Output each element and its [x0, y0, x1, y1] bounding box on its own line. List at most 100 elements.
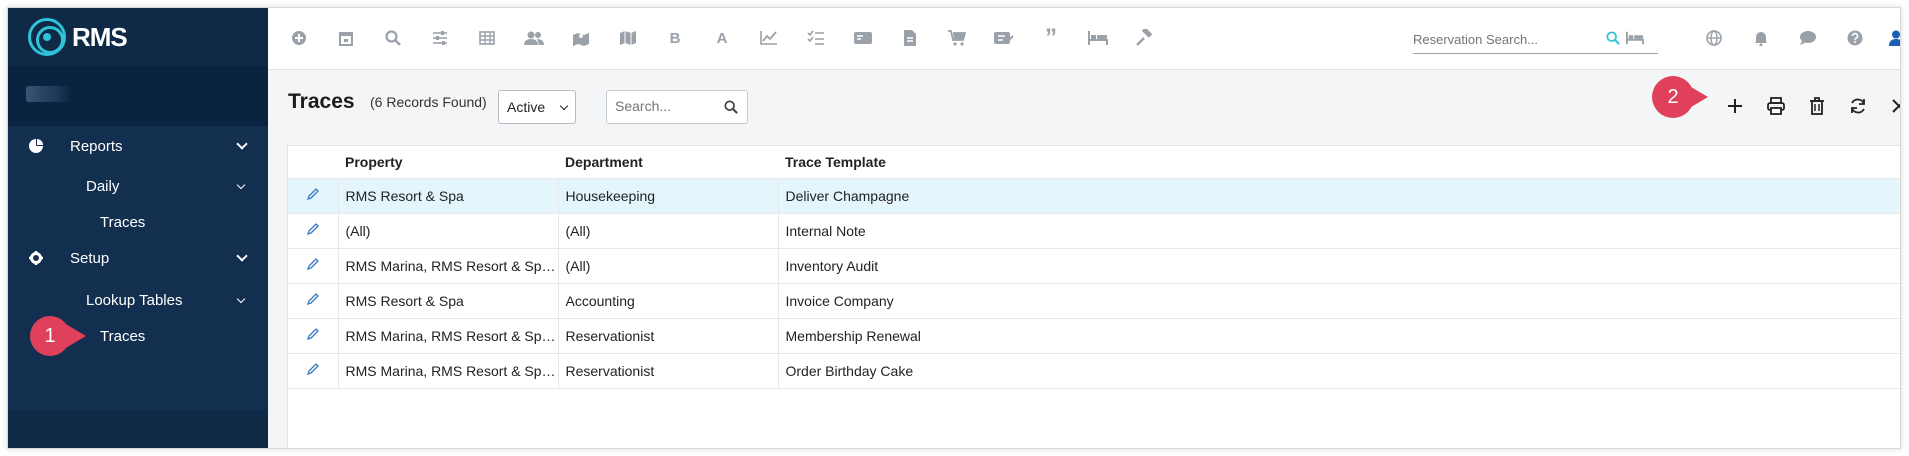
chat-icon[interactable]	[1797, 27, 1819, 49]
sidebar-item-reports[interactable]: Reports	[8, 126, 268, 166]
reservation-search-input[interactable]	[1413, 28, 1598, 50]
print-icon[interactable]	[1762, 92, 1790, 120]
table-row[interactable]: (All) (All) Internal Note	[288, 213, 1900, 249]
bed-icon[interactable]	[1087, 27, 1109, 49]
line-chart-icon[interactable]	[758, 27, 780, 49]
pencil-icon[interactable]	[306, 188, 320, 204]
table-row[interactable]: RMS Resort & Spa Accounting Invoice Comp…	[288, 283, 1900, 319]
reservation-search[interactable]	[1413, 28, 1658, 54]
plus-circle-icon[interactable]	[288, 27, 310, 49]
sidebar-item-label: Reports	[70, 137, 123, 155]
status-filter-select[interactable]: Active	[498, 90, 576, 124]
edit-cell[interactable]	[288, 213, 339, 249]
ticket-icon[interactable]	[993, 27, 1015, 49]
table-row[interactable]: RMS Marina, RMS Resort & Sp… Reservation…	[288, 353, 1900, 389]
department-cell: Accounting	[558, 283, 779, 319]
edit-cell[interactable]	[288, 353, 339, 389]
document-icon[interactable]	[899, 27, 921, 49]
map-pin-icon[interactable]	[570, 27, 592, 49]
property-cell: RMS Resort & Spa	[338, 178, 559, 214]
search-icon[interactable]	[382, 27, 404, 49]
sidebar-item-daily[interactable]: Daily	[8, 166, 268, 206]
refresh-icon[interactable]	[1844, 92, 1872, 120]
sliders-icon[interactable]	[429, 27, 451, 49]
grid-icon[interactable]	[476, 27, 498, 49]
edit-cell[interactable]	[288, 178, 339, 214]
table-row[interactable]: RMS Marina, RMS Resort & Sp… Reservation…	[288, 318, 1900, 354]
cart-icon[interactable]	[946, 27, 968, 49]
bell-icon[interactable]	[1750, 27, 1772, 49]
bold-b-icon[interactable]: B	[664, 27, 686, 49]
record-count: (6 Records Found)	[370, 94, 487, 110]
sidebar-item-label: Lookup Tables	[86, 291, 183, 309]
property-cell: RMS Resort & Spa	[338, 283, 559, 319]
sidebar-item-setup[interactable]: Setup	[8, 238, 268, 278]
column-header-trace-template[interactable]: Trace Template	[778, 146, 1900, 179]
user-name-redacted	[26, 86, 72, 102]
chevron-down-icon	[236, 180, 246, 190]
search-icon[interactable]	[724, 100, 738, 119]
property-cell: RMS Marina, RMS Resort & Sp…	[338, 248, 559, 284]
property-cell: (All)	[338, 213, 559, 249]
delete-icon[interactable]	[1803, 92, 1831, 120]
chevron-down-icon	[236, 250, 248, 262]
map-icon[interactable]	[617, 27, 639, 49]
page-title: Traces	[288, 90, 355, 113]
template-cell: Internal Note	[778, 213, 1900, 249]
sidebar-item-report-traces[interactable]: Traces	[8, 202, 268, 242]
card-icon[interactable]	[852, 27, 874, 49]
pencil-icon[interactable]	[306, 293, 320, 309]
chevron-down-icon	[236, 138, 248, 150]
pencil-icon[interactable]	[306, 223, 320, 239]
pencil-icon[interactable]	[306, 258, 320, 274]
font-a-icon[interactable]: A	[711, 27, 733, 49]
table-row[interactable]: RMS Resort & Spa Housekeeping Deliver Ch…	[288, 178, 1900, 214]
quote-icon[interactable]: ”	[1040, 24, 1062, 51]
search-field[interactable]	[606, 90, 748, 124]
gavel-icon[interactable]	[1134, 27, 1156, 49]
chevron-down-icon	[559, 101, 569, 111]
sidebar: RMS Reports Daily Traces Setup Lookup Ta…	[8, 8, 268, 448]
template-cell: Inventory Audit	[778, 248, 1900, 284]
logo-text: RMS	[72, 21, 128, 52]
table-row[interactable]: RMS Marina, RMS Resort & Sp… (All) Inven…	[288, 248, 1900, 284]
calendar-icon[interactable]	[335, 27, 357, 49]
property-cell: RMS Marina, RMS Resort & Sp…	[338, 353, 559, 389]
traces-grid: Property Department Trace Template RMS R…	[288, 146, 1900, 389]
department-cell: (All)	[558, 213, 779, 249]
sidebar-item-lookup-tables[interactable]: Lookup Tables	[8, 280, 268, 320]
callout-pointer-2	[1686, 84, 1708, 110]
main-content: Traces (6 Records Found) Active 2	[268, 70, 1900, 448]
rms-logo[interactable]: RMS	[28, 18, 128, 56]
sidebar-item-label: Traces	[100, 327, 146, 345]
template-cell: Deliver Champagne	[778, 178, 1900, 214]
template-cell: Membership Renewal	[778, 318, 1900, 354]
bed-icon[interactable]	[1626, 31, 1644, 48]
top-toolbar: B A ”	[268, 8, 1900, 70]
globe-icon[interactable]	[1703, 27, 1725, 49]
template-cell: Invoice Company	[778, 283, 1900, 319]
user-icon[interactable]	[1885, 27, 1900, 49]
column-header-department[interactable]: Department	[558, 146, 778, 179]
edit-cell[interactable]	[288, 248, 339, 284]
users-icon[interactable]	[523, 27, 545, 49]
department-cell: Reservationist	[558, 353, 779, 389]
pencil-icon[interactable]	[306, 328, 320, 344]
department-cell: Housekeeping	[558, 178, 779, 214]
sidebar-item-label: Setup	[70, 249, 110, 267]
department-cell: Reservationist	[558, 318, 779, 354]
edit-cell[interactable]	[288, 318, 339, 354]
help-icon[interactable]	[1844, 27, 1866, 49]
chevron-down-icon	[236, 294, 246, 304]
pencil-icon[interactable]	[306, 363, 320, 379]
search-icon[interactable]	[1606, 31, 1620, 48]
search-input[interactable]	[615, 98, 715, 114]
user-profile-strip[interactable]	[8, 66, 268, 126]
edit-cell[interactable]	[288, 283, 339, 319]
department-cell: (All)	[558, 248, 779, 284]
close-icon[interactable]	[1885, 92, 1900, 120]
checklist-icon[interactable]	[805, 27, 827, 49]
status-filter-value: Active	[507, 99, 546, 115]
add-icon[interactable]	[1721, 92, 1749, 120]
column-header-property[interactable]: Property	[338, 146, 558, 179]
